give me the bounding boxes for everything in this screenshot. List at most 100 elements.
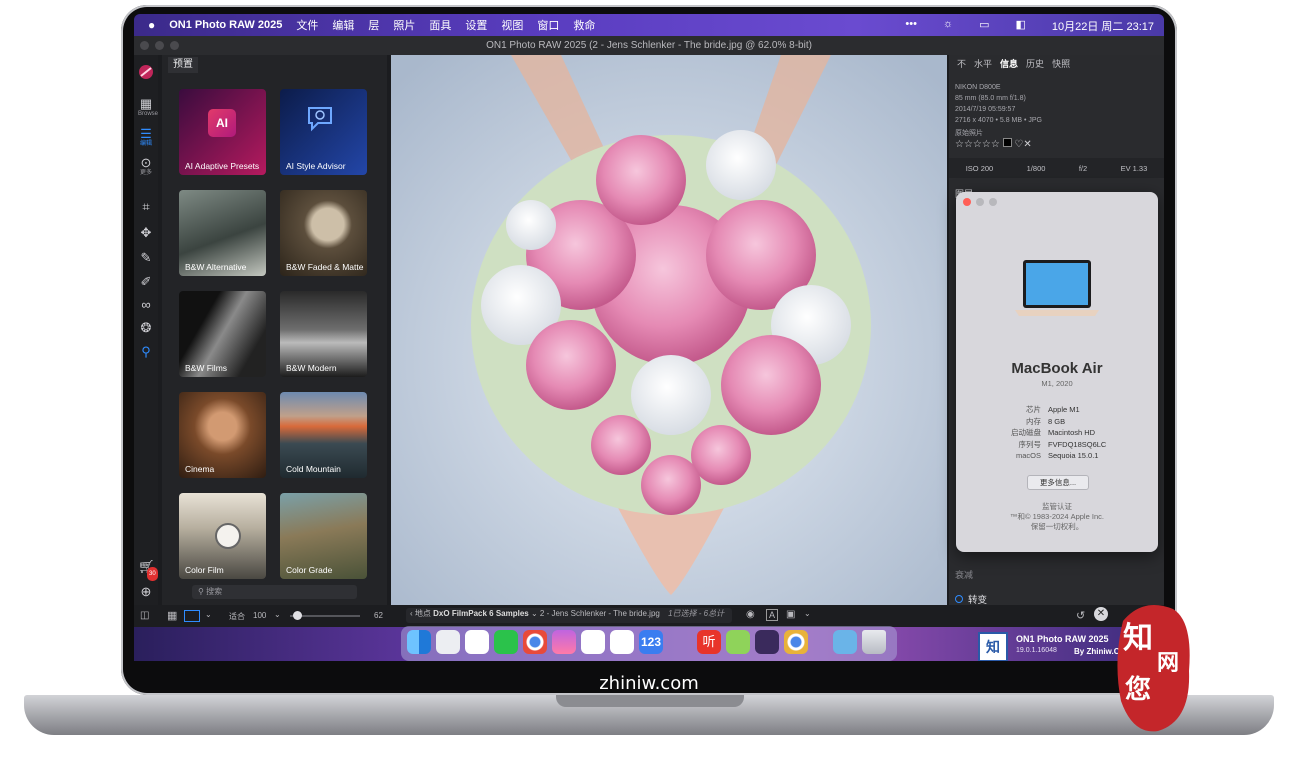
preset-card-bw-modern[interactable]: B&W Modern: [280, 291, 367, 377]
finder-icon[interactable]: [407, 630, 431, 654]
preset-card-ai-adaptive[interactable]: AI AI Adaptive Presets: [179, 89, 266, 175]
eye-icon[interactable]: ◉: [746, 609, 755, 620]
fingerprint-icon[interactable]: ❂: [138, 321, 154, 335]
tab-level[interactable]: 水平: [974, 57, 992, 70]
chrome-icon[interactable]: [523, 630, 547, 654]
preset-card-ai-style-advisor[interactable]: AI Style Advisor: [280, 89, 367, 175]
move-icon[interactable]: ✥: [138, 226, 154, 240]
back-chevron-icon[interactable]: ‹: [410, 609, 413, 618]
color-label-icon[interactable]: [1002, 138, 1012, 147]
macbook-illustration: [1013, 258, 1101, 329]
crop-icon[interactable]: ⌗: [138, 200, 154, 214]
reset-icon[interactable]: ✕: [1094, 607, 1108, 621]
downloads-folder-icon[interactable]: [833, 630, 857, 654]
chrome-alt-icon[interactable]: [784, 630, 808, 654]
ting-app-icon[interactable]: 听: [697, 630, 721, 654]
edit-tool[interactable]: ☰ 编辑: [138, 127, 154, 148]
more-info-button[interactable]: 更多信息...: [1027, 475, 1089, 490]
menu-photo[interactable]: 照片: [393, 17, 415, 33]
on1-dock-icon[interactable]: [755, 630, 779, 654]
spec-row: macOS Sequoia 15.0.1: [956, 450, 1158, 462]
preset-card-cinema[interactable]: Cinema: [179, 392, 266, 478]
single-view-icon[interactable]: [184, 610, 200, 622]
location-source[interactable]: DxO FilmPack 6 Samples: [433, 609, 529, 618]
presets-tab[interactable]: 预置: [168, 57, 198, 73]
preset-card-bw-faded-matte[interactable]: B&W Faded & Matte: [280, 190, 367, 276]
about-model-name: MacBook Air: [1011, 360, 1103, 377]
qq-icon[interactable]: [465, 630, 489, 654]
undo-icon[interactable]: ↺: [1076, 609, 1085, 622]
control-center-icon[interactable]: ◧: [1015, 18, 1025, 34]
about-zoom-icon[interactable]: [989, 198, 997, 206]
brush-icon[interactable]: ✎: [138, 251, 154, 265]
menu-view[interactable]: 视图: [501, 17, 523, 33]
baidu-cloud-icon[interactable]: [581, 630, 605, 654]
slider-knob[interactable]: [293, 611, 302, 620]
star-rating-icons[interactable]: ☆☆☆☆☆: [955, 139, 1000, 150]
main-photo-canvas[interactable]: [391, 55, 947, 605]
reject-icon[interactable]: ✕: [1023, 139, 1031, 150]
screen: ● ON1 Photo RAW 2025 文件 编辑 层 照片 面具 设置 视图…: [134, 14, 1164, 661]
compare-icon[interactable]: ▣: [786, 609, 795, 620]
preset-card-cold-mountain[interactable]: Cold Mountain: [280, 392, 367, 478]
section-transform[interactable]: 转变: [955, 592, 987, 606]
heart-icon[interactable]: ♡: [1014, 139, 1023, 150]
tab-snapshots[interactable]: 快照: [1052, 57, 1070, 70]
section-fade[interactable]: 衰减: [955, 568, 973, 581]
rating-stars[interactable]: ☆☆☆☆☆ ♡✕: [955, 138, 1032, 150]
preset-search-field[interactable]: ⚲ 搜索: [192, 585, 357, 599]
apple-icon[interactable]: ●: [148, 18, 155, 32]
menu-settings[interactable]: 设置: [465, 17, 487, 33]
menu-app-name[interactable]: ON1 Photo RAW 2025: [169, 19, 282, 31]
menu-clock[interactable]: 10月22日 周二 23:17: [1052, 18, 1154, 34]
podcast-app-icon[interactable]: [552, 630, 576, 654]
notes-app-icon[interactable]: [726, 630, 750, 654]
menu-layer[interactable]: 层: [368, 17, 379, 33]
search-tool-icon[interactable]: ⚲: [138, 345, 154, 359]
preset-card-bw-alternative[interactable]: B&W Alternative: [179, 190, 266, 276]
more-tool[interactable]: ⊙ 更多: [138, 156, 154, 177]
launchpad-icon[interactable]: [436, 630, 460, 654]
photo-app-icon[interactable]: [610, 630, 634, 654]
preset-card-color-grade[interactable]: Color Grade: [280, 493, 367, 579]
preset-card-label: Color Grade: [286, 565, 333, 575]
menu-edit[interactable]: 编辑: [332, 17, 354, 33]
fit-label[interactable]: 适合: [229, 611, 245, 622]
trash-icon[interactable]: [862, 630, 886, 654]
minimize-icon[interactable]: [155, 41, 164, 50]
text-overlay-icon[interactable]: A: [766, 609, 779, 621]
zoom-value[interactable]: 100: [253, 611, 266, 620]
menu-mask[interactable]: 面具: [429, 17, 451, 33]
cart-icon[interactable]: 🛒︎ 30: [138, 560, 158, 581]
source-chevron-icon[interactable]: ⌄: [531, 609, 538, 618]
close-icon[interactable]: [140, 41, 149, 50]
panel-toggle-icon[interactable]: ◫: [140, 610, 149, 621]
tab-bu[interactable]: 不: [957, 57, 966, 70]
about-close-icon[interactable]: [963, 198, 971, 206]
tab-info[interactable]: 信息: [1000, 57, 1018, 70]
preset-card-label: B&W Modern: [286, 363, 337, 373]
status-dots-icon[interactable]: •••: [905, 18, 917, 34]
overlay-chevron-icon[interactable]: ⌄: [804, 609, 811, 618]
masking-icon[interactable]: ✐: [138, 275, 154, 289]
brightness-icon[interactable]: ☼: [943, 18, 953, 34]
about-minimize-icon[interactable]: [976, 198, 984, 206]
puzzle-icon[interactable]: ⊕: [138, 585, 154, 599]
thumbnail-size-slider[interactable]: [290, 611, 360, 620]
menu-window[interactable]: 窗口: [537, 17, 559, 33]
preset-card-color-film[interactable]: Color Film: [179, 493, 266, 579]
tab-history[interactable]: 历史: [1026, 57, 1044, 70]
wechat-icon[interactable]: [494, 630, 518, 654]
browse-tool[interactable]: ▦ Browse: [138, 97, 158, 118]
zoom-chevron-icon[interactable]: ⌄: [274, 610, 281, 619]
view-chevron-icon[interactable]: ⌄: [205, 610, 212, 619]
numbers-123-icon[interactable]: 123: [639, 630, 663, 654]
menu-help[interactable]: 救命: [573, 17, 595, 33]
display-icon[interactable]: ▭: [979, 18, 989, 34]
preset-card-bw-films[interactable]: B&W Films: [179, 291, 266, 377]
retouch-icon[interactable]: ∞: [138, 298, 154, 312]
grid-view-icon[interactable]: ▦: [167, 609, 177, 622]
zoom-icon[interactable]: [170, 41, 179, 50]
spec-key: macOS: [1015, 451, 1041, 460]
menu-file[interactable]: 文件: [296, 17, 318, 33]
